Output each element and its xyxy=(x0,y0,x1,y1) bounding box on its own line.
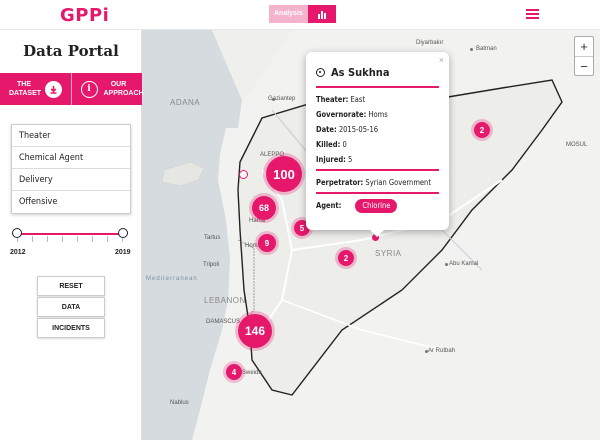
download-icon xyxy=(45,80,62,98)
label-lebanon: LEBANON xyxy=(204,296,246,305)
gppi-logo[interactable]: GPPi xyxy=(60,5,109,26)
city-dot-batman xyxy=(470,48,473,51)
sidebar-actions: RESET DATA INCIDENTS xyxy=(37,276,105,339)
slider-end-handle[interactable] xyxy=(118,228,128,238)
popup-divider-bottom xyxy=(316,192,439,194)
year-end-label: 2019 xyxy=(115,249,131,256)
label-syria: SYRIA xyxy=(375,249,402,258)
download-dataset-button[interactable]: THE DATASET xyxy=(0,73,71,105)
cluster-hama[interactable]: 9 xyxy=(258,234,276,252)
label-damascus: DAMASCUS xyxy=(206,319,241,325)
sidebar-action-bar: THE DATASET i OUR APPROACH xyxy=(0,73,144,105)
slider-start-handle[interactable] xyxy=(12,228,22,238)
analysis-toggle-label[interactable]: Analysis xyxy=(269,5,308,23)
data-button[interactable]: DATA xyxy=(37,297,105,317)
label-adana: ADANA xyxy=(170,98,201,107)
cluster-daraa[interactable]: 4 xyxy=(226,364,242,380)
theater-label: Theater: xyxy=(316,95,349,104)
bar-chart-icon[interactable] xyxy=(307,5,336,23)
cluster-aleppo[interactable]: 100 xyxy=(266,156,302,192)
label-tartus: Tartus xyxy=(204,235,221,241)
info-icon: i xyxy=(80,80,98,98)
our-approach-button[interactable]: i OUR APPROACH xyxy=(71,73,144,105)
popup-close-button[interactable]: × xyxy=(439,55,444,65)
agent-label: Agent: xyxy=(316,201,342,210)
governorate-value: Homs xyxy=(368,110,388,119)
label-mediterranean: Mediterranean xyxy=(146,276,198,282)
injured-value: 5 xyxy=(348,155,353,164)
cluster-idlib[interactable]: 68 xyxy=(252,196,276,220)
city-dot-ar-rutbah xyxy=(425,350,428,353)
label-abu-kamal: Abu Kamal xyxy=(449,261,479,267)
top-bar: GPPi Analysis xyxy=(0,0,600,30)
zoom-out-button[interactable]: − xyxy=(575,56,593,75)
label-batman: Batman xyxy=(476,46,497,52)
injured-label: Injured: xyxy=(316,155,346,164)
page-title: Data Portal xyxy=(23,42,119,60)
label-nablus: Nablus xyxy=(170,400,189,406)
filter-chemical-agent[interactable]: Chemical Agent xyxy=(12,147,130,169)
label-tripoli: Tripoli xyxy=(203,262,220,268)
incident-popup: × As Sukhna Theater: East Governorate: H… xyxy=(306,52,449,237)
popup-divider-top xyxy=(316,86,439,88)
cluster-damascus[interactable]: 146 xyxy=(238,314,272,348)
incidents-button[interactable]: INCIDENTS xyxy=(37,318,105,338)
filter-theater[interactable]: Theater xyxy=(12,125,130,147)
label-diyarbakir: Diyarbakır xyxy=(416,40,444,46)
download-label-2: DATASET xyxy=(9,90,42,97)
label-ar-rutbah: Ar Rutbah xyxy=(428,348,456,354)
approach-label-1: OUR xyxy=(110,81,127,88)
killed-value: 0 xyxy=(342,140,347,149)
filter-delivery[interactable]: Delivery xyxy=(12,169,130,191)
city-dot-abu-kamal xyxy=(445,263,448,266)
view-toggle[interactable]: Analysis xyxy=(269,5,336,23)
year-range-slider[interactable]: 2012 2019 xyxy=(10,228,131,262)
popup-divider-mid xyxy=(316,169,439,171)
cluster-palmyra[interactable]: 2 xyxy=(338,250,354,266)
filter-list: Theater Chemical Agent Delivery Offensiv… xyxy=(11,124,131,214)
governorate-label: Governorate: xyxy=(316,110,367,119)
zoom-in-button[interactable]: + xyxy=(575,37,593,56)
perpetrator-label: Perpetrator: xyxy=(316,178,364,187)
approach-label-2: APPROACH xyxy=(103,90,144,97)
zoom-control: + − xyxy=(574,36,594,76)
location-target-icon xyxy=(316,67,325,77)
city-dot-gaziantep xyxy=(272,98,275,101)
date-value: 2015-05-16 xyxy=(338,125,379,134)
download-label-1: THE xyxy=(17,81,31,88)
perpetrator-value: Syrian Government xyxy=(365,178,431,187)
killed-label: Killed: xyxy=(316,140,341,149)
popup-title: As Sukhna xyxy=(331,65,390,79)
popup-tail xyxy=(370,230,384,237)
slider-ticks xyxy=(17,236,123,242)
slider-track[interactable] xyxy=(17,233,123,235)
hamburger-icon[interactable] xyxy=(526,9,539,19)
agent-chip[interactable]: Chlorine xyxy=(355,199,398,213)
year-start-label: 2012 xyxy=(10,249,26,256)
date-label: Date: xyxy=(316,125,337,134)
reset-button[interactable]: RESET xyxy=(37,276,105,296)
filter-offensive[interactable]: Offensive xyxy=(12,191,130,213)
label-sweida: Sweida xyxy=(242,370,262,376)
cluster-hasakah[interactable]: 2 xyxy=(474,122,490,138)
incident-marker[interactable] xyxy=(239,170,248,179)
label-mosul: MOSUL xyxy=(566,142,588,148)
theater-value: East xyxy=(350,95,366,104)
sidebar: Data Portal THE DATASET i OUR APPROACH T… xyxy=(0,30,144,440)
